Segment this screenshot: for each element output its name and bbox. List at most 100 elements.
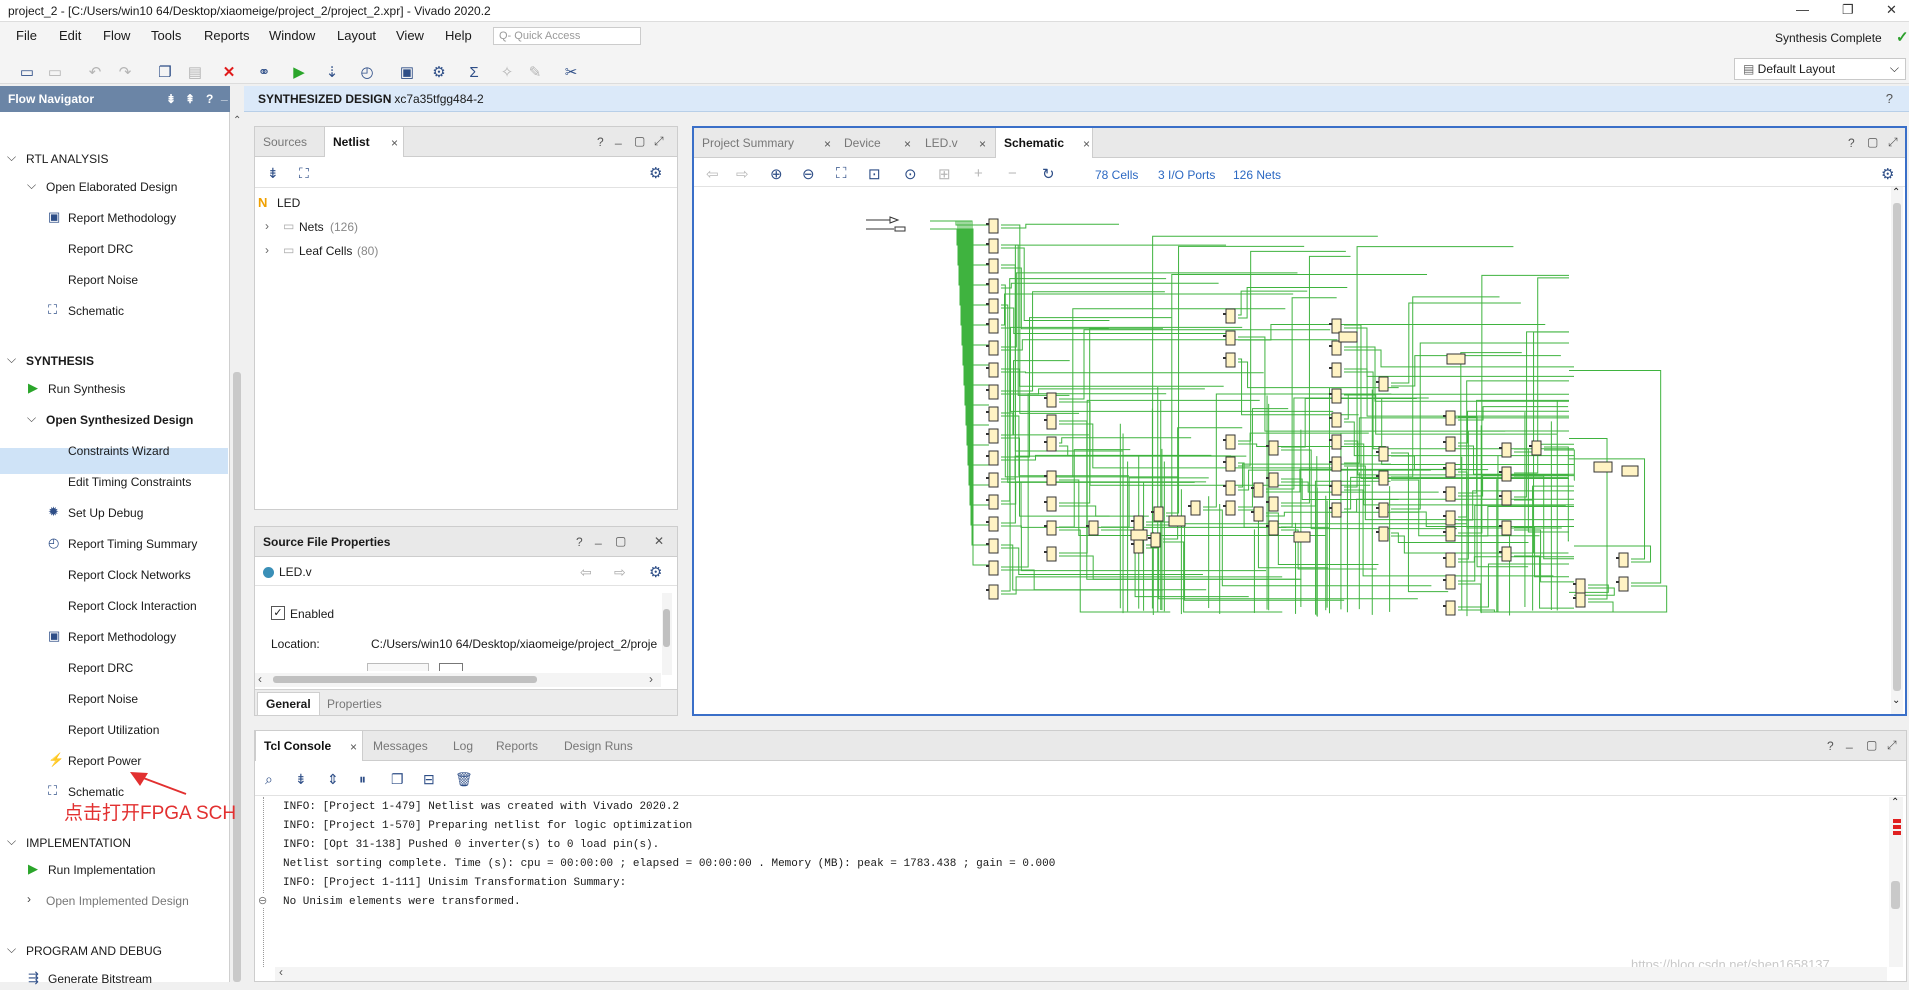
minimize-icon[interactable]: _: [1846, 735, 1853, 749]
tab-properties[interactable]: Properties: [327, 697, 382, 711]
zoom-out-icon[interactable]: ⊖: [802, 165, 815, 183]
back-icon[interactable]: ⇦: [580, 564, 592, 581]
menu-window[interactable]: Window: [269, 28, 315, 43]
flow-nav-item-rtl[interactable]: ⌵ RTL ANALYSIS: [0, 150, 228, 170]
tree-item-nets[interactable]: › ▭ Nets (126): [263, 219, 563, 239]
menu-flow[interactable]: Flow: [103, 28, 130, 43]
quick-access-input[interactable]: Q- Quick Access: [493, 27, 641, 45]
help-icon[interactable]: ?: [1848, 136, 1855, 150]
settings-icon[interactable]: ⚙: [428, 61, 450, 83]
flow-nav-item-open-impl[interactable]: › Open Implemented Design: [0, 892, 228, 912]
maximize-icon[interactable]: ⤢: [654, 134, 664, 149]
tree-arrow-icon[interactable]: ›: [265, 219, 269, 233]
fit-icon[interactable]: ⛶: [836, 165, 847, 182]
crosshair-icon[interactable]: ⊙: [904, 165, 917, 183]
menu-tools[interactable]: Tools: [151, 28, 181, 43]
tab-tcl-console[interactable]: Tcl Console: [255, 731, 363, 761]
netlist-root[interactable]: LED: [277, 196, 300, 210]
gear-icon[interactable]: ⚙: [1881, 165, 1894, 183]
tab-schematic[interactable]: Schematic: [995, 128, 1093, 158]
tab-led-v[interactable]: LED.v: [917, 128, 966, 158]
save-icon[interactable]: ▭: [44, 61, 66, 83]
chevron-right-icon[interactable]: ›: [27, 892, 31, 906]
properties-vscroll[interactable]: [662, 593, 672, 675]
close-icon[interactable]: ×: [1083, 137, 1090, 151]
flow-nav-item-elab[interactable]: ⌵ Open Elaborated Design: [0, 178, 228, 198]
flow-nav-item-prog[interactable]: ⌵ PROGRAM AND DEBUG: [0, 942, 228, 962]
open-project-icon[interactable]: ▭: [16, 61, 38, 83]
paste-icon[interactable]: ▤: [184, 61, 206, 83]
tab-device[interactable]: Device: [836, 128, 889, 158]
forward-icon[interactable]: ⇨: [736, 165, 749, 183]
refresh-icon[interactable]: ↻: [1042, 165, 1055, 183]
zoom-in-icon[interactable]: ⊕: [770, 165, 783, 183]
program-icon[interactable]: ⇣: [321, 61, 343, 83]
disabled-tool-icon[interactable]: ✧: [496, 61, 518, 83]
minimize-icon[interactable]: _: [221, 88, 228, 102]
help-icon[interactable]: ?: [1886, 91, 1893, 106]
back-icon[interactable]: ⇦: [706, 165, 719, 183]
restore-icon[interactable]: ▢: [615, 534, 626, 548]
report-icon[interactable]: ▣: [396, 61, 418, 83]
nets-count-link[interactable]: 126 Nets: [1233, 168, 1281, 182]
pencil-icon[interactable]: ✎: [524, 61, 546, 83]
timer-icon[interactable]: ◴: [356, 61, 378, 83]
copy-icon[interactable]: ❐: [391, 771, 404, 788]
hierarchy-icon[interactable]: ⛶: [299, 165, 309, 182]
help-icon[interactable]: ?: [206, 92, 213, 106]
flow-nav-item-run-impl[interactable]: ▶ Run Implementation: [0, 861, 228, 881]
enabled-checkbox[interactable]: ✓: [271, 606, 285, 620]
tab-design-runs[interactable]: Design Runs: [556, 731, 641, 761]
chevron-down-icon[interactable]: ⌵: [7, 150, 16, 165]
close-icon[interactable]: ✕: [654, 534, 664, 548]
expand-icon[interactable]: +: [974, 165, 983, 182]
trash-icon[interactable]: 🗑: [455, 771, 473, 788]
flow-nav-item-rtl-method[interactable]: ▣ Report Methodology: [0, 209, 228, 229]
mark-icon[interactable]: ⊞: [938, 165, 951, 183]
console-hscroll[interactable]: ‹: [275, 965, 1887, 981]
flow-nav-item-rtl-noise[interactable]: Report Noise: [0, 271, 228, 291]
tab-log[interactable]: Log: [445, 731, 481, 761]
restore-icon[interactable]: ▢: [634, 134, 645, 148]
flow-nav-item-clk-int[interactable]: Report Clock Interaction: [0, 597, 228, 617]
forward-icon[interactable]: ⇨: [614, 564, 626, 581]
menu-edit[interactable]: Edit: [59, 28, 81, 43]
close-icon[interactable]: ×: [824, 137, 831, 151]
flow-nav-item-setup-debug[interactable]: ✹ Set Up Debug: [0, 504, 228, 524]
chevron-down-icon[interactable]: ⌵: [7, 352, 16, 367]
search-icon[interactable]: ⌕: [265, 771, 273, 788]
fold-icon[interactable]: ⊖: [258, 894, 268, 907]
console-vscroll[interactable]: ⌃: [1889, 797, 1903, 967]
schematic-vscroll[interactable]: ⌃ ⌄: [1891, 187, 1903, 714]
collapse-all-icon[interactable]: ⇟: [295, 771, 307, 788]
menu-file[interactable]: File: [16, 28, 37, 43]
schematic-canvas[interactable]: [694, 187, 1889, 714]
flow-nav-item-impl[interactable]: ⌵ IMPLEMENTATION: [0, 834, 228, 854]
flow-nav-item-cons-wiz[interactable]: Constraints Wizard: [0, 442, 228, 462]
tree-item-leaf-cells[interactable]: › ▭ Leaf Cells (80): [263, 243, 563, 263]
chevron-down-icon[interactable]: ⌵: [7, 942, 16, 957]
flow-nav-item-syn-method[interactable]: ▣ Report Methodology: [0, 628, 228, 648]
properties-hscroll[interactable]: ‹ ›: [255, 672, 661, 687]
copy-icon[interactable]: ❐: [154, 61, 176, 83]
binoculars-icon[interactable]: ⚭: [253, 61, 275, 83]
tab-general[interactable]: General: [257, 692, 320, 716]
flow-nav-item-syn-drc[interactable]: Report DRC: [0, 659, 228, 679]
tab-messages[interactable]: Messages: [365, 731, 436, 761]
flow-nav-item-edit-timing[interactable]: Edit Timing Constraints: [0, 473, 228, 493]
flow-nav-item-synth[interactable]: ⌵ SYNTHESIS: [0, 352, 228, 372]
scrollbar-thumb[interactable]: [233, 372, 241, 982]
chevron-down-icon[interactable]: ⌵: [27, 411, 36, 426]
help-icon[interactable]: ?: [597, 135, 604, 149]
close-icon[interactable]: ×: [391, 136, 398, 150]
close-icon[interactable]: ×: [979, 137, 986, 151]
flow-nav-item-util[interactable]: Report Utilization: [0, 721, 228, 741]
tab-project-summary[interactable]: Project Summary: [694, 128, 802, 158]
close-icon[interactable]: ×: [904, 137, 911, 151]
minimize-icon[interactable]: _: [595, 531, 602, 545]
io-ports-link[interactable]: 3 I/O Ports: [1158, 168, 1215, 182]
menu-reports[interactable]: Reports: [204, 28, 250, 43]
minimize-icon[interactable]: _: [615, 131, 622, 145]
menu-help[interactable]: Help: [445, 28, 472, 43]
collapse-all-icon[interactable]: ⇟: [267, 165, 279, 182]
